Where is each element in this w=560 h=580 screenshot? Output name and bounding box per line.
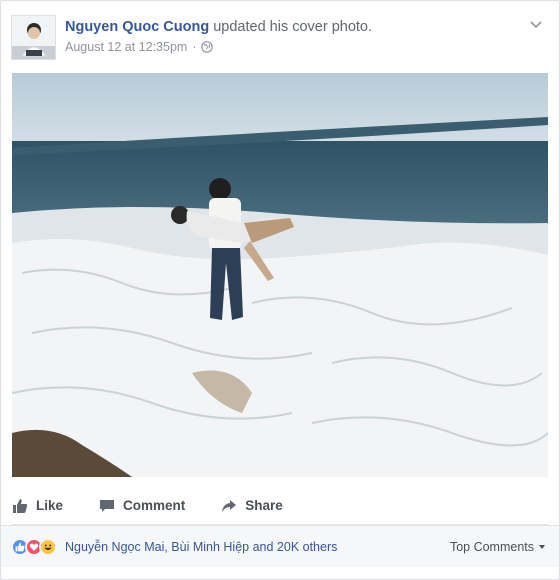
like-button[interactable]: Like: [12, 498, 63, 514]
comment-icon: [100, 499, 115, 512]
reactions-row: Nguyễn Ngọc Mai, Bùi Minh Hiệp and 20K o…: [1, 525, 559, 567]
post-timestamp[interactable]: August 12 at 12:35pm: [65, 40, 187, 54]
post-header: Nguyen Quoc Cuong updated his cover phot…: [11, 13, 549, 63]
author-name[interactable]: Nguyen Quoc Cuong: [65, 19, 209, 35]
comment-button[interactable]: Comment: [99, 498, 185, 514]
globe-icon[interactable]: [201, 41, 214, 53]
haha-reaction-icon: [39, 537, 57, 556]
share-label: Share: [245, 498, 283, 513]
post-action-bar: Like Comment Share: [12, 487, 548, 525]
chevron-down-icon[interactable]: [529, 17, 543, 29]
like-label: Like: [36, 498, 64, 513]
cover-photo[interactable]: [12, 73, 548, 477]
post-card: Nguyen Quoc Cuong updated his cover phot…: [0, 0, 560, 580]
avatar[interactable]: [11, 15, 56, 60]
thumbs-up-icon: [13, 498, 28, 513]
comment-label: Comment: [123, 498, 186, 513]
top-comments-dropdown[interactable]: Top Comments: [450, 540, 545, 554]
reaction-icons[interactable]: [11, 537, 57, 556]
post-title-line: Nguyen Quoc Cuong updated his cover phot…: [65, 19, 372, 35]
reaction-summary[interactable]: Nguyễn Ngọc Mai, Bùi Minh Hiệp and 20K o…: [65, 540, 337, 554]
caret-down-icon: [539, 544, 545, 549]
beach-scene: [12, 73, 548, 477]
post-action-text: updated his cover photo.: [213, 19, 373, 35]
meta-separator: ·: [192, 40, 197, 54]
share-button[interactable]: Share: [221, 498, 283, 514]
top-comments-label: Top Comments: [449, 539, 534, 554]
post-meta: August 12 at 12:35pm ·: [65, 40, 214, 54]
share-icon: [222, 499, 237, 512]
